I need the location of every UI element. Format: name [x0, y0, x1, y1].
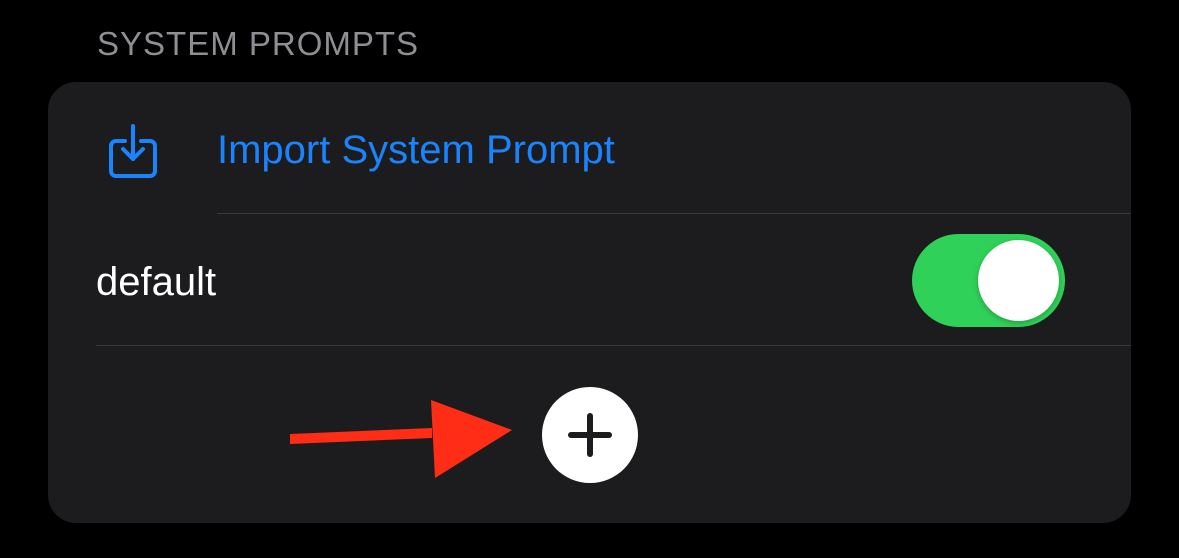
toggle-knob: [978, 240, 1059, 321]
plus-icon: [568, 413, 612, 457]
settings-page: SYSTEM PROMPTS Import System Prompt defa…: [0, 0, 1179, 558]
section-header: SYSTEM PROMPTS: [97, 25, 420, 62]
import-system-prompt-row[interactable]: Import System Prompt: [48, 82, 1131, 213]
import-system-prompt-label: Import System Prompt: [217, 128, 615, 172]
add-prompt-row: [48, 346, 1131, 523]
red-arrow-pointer: [290, 400, 522, 478]
prompt-row-default[interactable]: default: [48, 214, 1131, 345]
prompt-label: default: [96, 260, 217, 304]
system-prompts-card: Import System Prompt default: [48, 82, 1131, 523]
add-prompt-button[interactable]: [542, 387, 638, 483]
prompt-enabled-toggle[interactable]: [912, 234, 1065, 327]
import-tray-icon: [108, 123, 158, 179]
